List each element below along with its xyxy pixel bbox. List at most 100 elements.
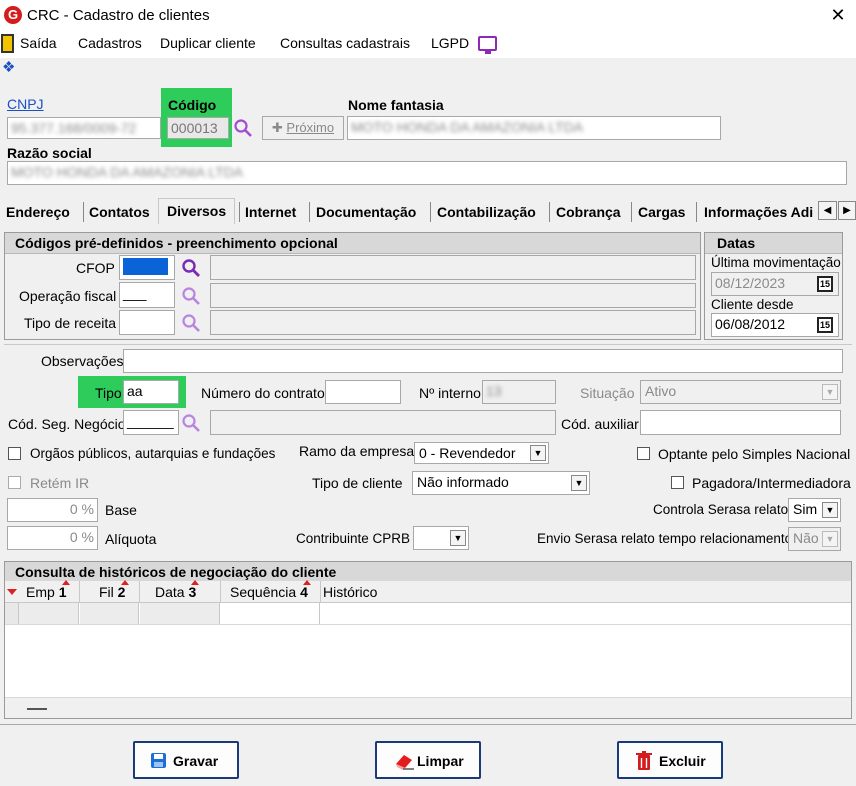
menu-duplicar-cliente[interactable]: Duplicar cliente bbox=[160, 35, 256, 51]
situacao-select: Ativo ▼ bbox=[640, 380, 841, 404]
operacao-fiscal-description bbox=[210, 283, 696, 308]
razao-social-label: Razão social bbox=[7, 145, 92, 161]
nome-fantasia-field[interactable]: MOTO HONDA DA AMAZONIA LTDA bbox=[347, 116, 721, 140]
search-icon[interactable] bbox=[233, 118, 253, 138]
tab-scroll-left-icon[interactable]: ◀ bbox=[818, 201, 837, 220]
monitor-icon[interactable] bbox=[478, 36, 497, 54]
tab-separator bbox=[239, 202, 240, 222]
cod-auxiliar-field[interactable] bbox=[640, 410, 841, 435]
nome-fantasia-label: Nome fantasia bbox=[348, 97, 444, 113]
cnpj-field[interactable]: 95.377.168/0009-72 bbox=[7, 117, 161, 139]
search-icon[interactable] bbox=[181, 313, 201, 333]
chevron-down-icon: ▼ bbox=[571, 475, 587, 491]
chevron-down-icon: ▼ bbox=[822, 384, 838, 400]
retem-ir-checkbox bbox=[8, 476, 21, 489]
razao-social-field[interactable]: MOTO HONDA DA AMAZONIA LTDA bbox=[7, 161, 847, 185]
controla-serasa-label: Controla Serasa relato bbox=[653, 502, 789, 517]
tab-cobranca[interactable]: Cobrança bbox=[556, 204, 621, 220]
limpar-button[interactable]: Limpar bbox=[375, 741, 481, 779]
optante-simples-label: Optante pelo Simples Nacional bbox=[658, 446, 851, 462]
menu-cadastros[interactable]: Cadastros bbox=[78, 35, 142, 51]
tab-separator bbox=[549, 202, 550, 222]
sort-indicator-icon bbox=[7, 589, 17, 595]
tab-contatos[interactable]: Contatos bbox=[89, 204, 150, 220]
aliquota-label: Alíquota bbox=[105, 531, 157, 547]
search-icon[interactable] bbox=[181, 286, 201, 306]
proximo-button[interactable]: ✚ Próximo bbox=[262, 116, 344, 140]
tab-diversos[interactable]: Diversos bbox=[158, 198, 236, 224]
col-historico[interactable]: Histórico bbox=[323, 584, 377, 600]
numero-contrato-field[interactable] bbox=[325, 380, 401, 404]
close-icon[interactable]: ✕ bbox=[826, 3, 850, 27]
menu-lgpd[interactable]: LGPD bbox=[431, 35, 469, 51]
chevron-down-icon: ▼ bbox=[530, 445, 546, 461]
calendar-icon[interactable]: 15 bbox=[817, 317, 833, 333]
table-row[interactable] bbox=[5, 603, 851, 625]
ultima-movimentacao-label: Última movimentação bbox=[711, 255, 841, 270]
ramo-empresa-label: Ramo da empresa bbox=[299, 443, 415, 459]
cod-seg-negocio-label: Cód. Seg. Negócio bbox=[8, 416, 126, 432]
excluir-button[interactable]: Excluir bbox=[617, 741, 723, 779]
col-data[interactable]: Data 3 bbox=[155, 584, 196, 600]
optante-simples-checkbox[interactable] bbox=[637, 447, 650, 460]
calendar-icon[interactable]: 15 bbox=[817, 276, 833, 292]
menu-saida[interactable]: Saída bbox=[20, 35, 57, 51]
tipo-field[interactable]: aa bbox=[123, 380, 179, 404]
tab-internet[interactable]: Internet bbox=[245, 204, 296, 220]
col-sequencia[interactable]: Sequência 4 bbox=[230, 584, 308, 600]
cfop-field[interactable] bbox=[119, 255, 175, 280]
codigos-group-title: Códigos pré-definidos - preenchimento op… bbox=[5, 233, 700, 254]
historico-group-title: Consulta de históricos de negociação do … bbox=[5, 562, 851, 583]
retem-ir-label: Retém IR bbox=[30, 475, 90, 491]
envio-serasa-select: Não ▼ bbox=[788, 527, 841, 551]
col-fil[interactable]: Fil 2 bbox=[99, 584, 125, 600]
observacoes-label: Observações bbox=[41, 353, 124, 369]
codigo-field[interactable]: 000013 bbox=[167, 117, 229, 139]
diamond-nav-icon[interactable]: ❖ bbox=[2, 60, 18, 76]
cnpj-link[interactable]: CNPJ bbox=[7, 96, 44, 112]
chevron-down-icon: ▼ bbox=[450, 530, 466, 546]
tab-documentacao[interactable]: Documentação bbox=[316, 204, 416, 220]
col-divider bbox=[320, 581, 321, 603]
tab-cargas[interactable]: Cargas bbox=[638, 204, 685, 220]
tipo-receita-field[interactable] bbox=[119, 310, 175, 335]
plus-icon: ✚ bbox=[271, 120, 287, 135]
col-divider bbox=[220, 581, 221, 603]
contribuinte-cprb-label: Contribuinte CPRB bbox=[296, 531, 411, 546]
observacoes-field[interactable] bbox=[123, 349, 843, 373]
codigo-label: Código bbox=[168, 97, 217, 113]
table-cell bbox=[221, 603, 320, 624]
cfop-label: CFOP bbox=[76, 260, 115, 276]
tab-scroll-right-icon[interactable]: ▶ bbox=[838, 201, 856, 220]
cfop-description bbox=[210, 255, 696, 280]
col-emp[interactable]: Emp 1 bbox=[26, 584, 66, 600]
tab-contabilizacao[interactable]: Contabilização bbox=[437, 204, 536, 220]
tab-endereco[interactable]: Endereço bbox=[6, 204, 70, 220]
tab-informacoes-adicionais[interactable]: Informações Adi bbox=[704, 204, 816, 220]
controla-serasa-select[interactable]: Sim ▼ bbox=[788, 498, 841, 522]
col-divider bbox=[139, 581, 140, 603]
tipo-receita-description bbox=[210, 310, 696, 335]
menu-bar: Saída Cadastros Duplicar cliente Consult… bbox=[0, 31, 856, 58]
search-icon[interactable] bbox=[181, 258, 201, 278]
minus-icon[interactable] bbox=[27, 708, 47, 710]
cod-seg-negocio-description bbox=[210, 410, 556, 435]
ramo-empresa-select[interactable]: 0 - Revendedor ▼ bbox=[414, 442, 549, 464]
pagadora-checkbox[interactable] bbox=[671, 476, 684, 489]
aliquota-field[interactable]: 0 % bbox=[7, 526, 98, 550]
cod-seg-negocio-field[interactable]: ______ bbox=[123, 410, 179, 435]
orgaos-publicos-checkbox[interactable] bbox=[8, 447, 21, 460]
search-icon[interactable] bbox=[181, 413, 201, 433]
envio-serasa-label: Envio Serasa relato tempo relacionamento bbox=[537, 531, 793, 546]
base-field[interactable]: 0 % bbox=[7, 498, 98, 522]
gravar-button[interactable]: Gravar bbox=[133, 741, 239, 779]
cod-auxiliar-label: Cód. auxiliar bbox=[561, 416, 639, 432]
operacao-fiscal-field[interactable]: ___ bbox=[119, 282, 175, 308]
n-interno-field: 13 bbox=[482, 380, 556, 404]
menu-consultas-cadastrais[interactable]: Consultas cadastrais bbox=[280, 35, 410, 51]
contribuinte-cprb-select[interactable]: ▼ bbox=[413, 526, 469, 550]
exit-door-icon bbox=[1, 34, 14, 53]
tipo-cliente-select[interactable]: Não informado ▼ bbox=[412, 471, 590, 495]
historico-grid-header: Emp 1 Fil 2 Data 3 Sequência 4 Histórico bbox=[5, 581, 851, 603]
chevron-down-icon: ▼ bbox=[822, 502, 838, 518]
